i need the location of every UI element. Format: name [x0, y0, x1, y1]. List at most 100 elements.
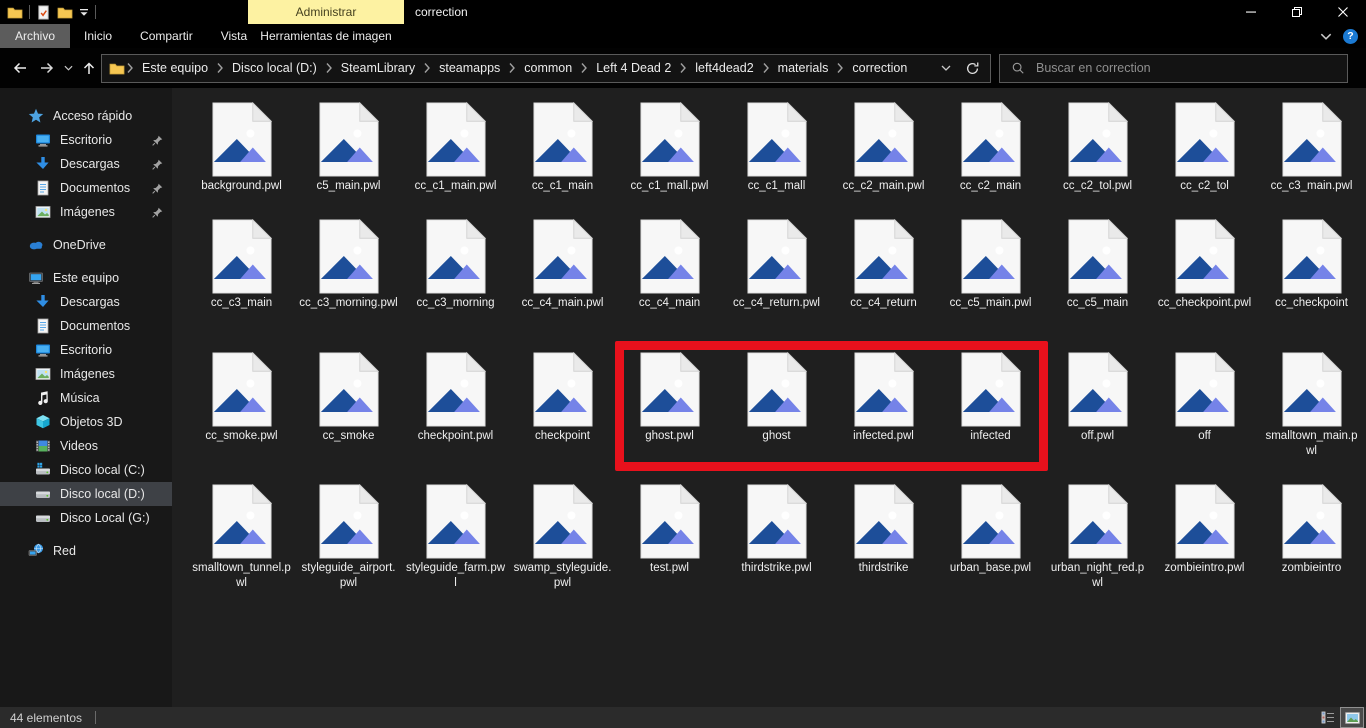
breadcrumb-segment-steamapps[interactable]: steamapps	[432, 61, 507, 75]
breadcrumb-segment-left4dead2[interactable]: left4dead2	[688, 61, 760, 75]
file-item-cc-c3-morning[interactable]: cc_c3_morning	[402, 219, 509, 352]
file-item-infected-pwl[interactable]: infected.pwl	[830, 352, 937, 484]
file-item-ghost-pwl[interactable]: ghost.pwl	[616, 352, 723, 484]
breadcrumb-segment-steamlibrary[interactable]: SteamLibrary	[334, 61, 422, 75]
file-item-cc-checkpoint-pwl[interactable]: cc_checkpoint.pwl	[1151, 219, 1258, 352]
new-folder-icon[interactable]	[57, 6, 73, 19]
file-item-cc-c4-main-pwl[interactable]: cc_c4_main.pwl	[509, 219, 616, 352]
file-item-cc-c2-main[interactable]: cc_c2_main	[937, 102, 1044, 219]
minimize-button[interactable]	[1228, 0, 1274, 24]
file-item-c5-main-pwl[interactable]: c5_main.pwl	[295, 102, 402, 219]
qat-dropdown-icon[interactable]	[79, 8, 89, 17]
tab-compartir[interactable]: Compartir	[126, 24, 207, 48]
file-item-urban-base-pwl[interactable]: urban_base.pwl	[937, 484, 1044, 644]
sidebar-item-objetos-3d[interactable]: Objetos 3D	[0, 410, 172, 434]
help-button[interactable]: ?	[1343, 28, 1358, 44]
file-item-styleguide-airport-pwl[interactable]: styleguide_airport.pwl	[295, 484, 402, 644]
details-view-button[interactable]	[1316, 707, 1340, 728]
forward-button[interactable]	[35, 55, 60, 81]
sidebar-item-videos[interactable]: Videos	[0, 434, 172, 458]
file-item-urban-night-red-pwl[interactable]: urban_night_red.pwl	[1044, 484, 1151, 644]
file-item-cc-c5-main[interactable]: cc_c5_main	[1044, 219, 1151, 352]
thumbnails-view-button[interactable]	[1340, 707, 1364, 728]
tab-inicio[interactable]: Inicio	[70, 24, 126, 48]
document-icon	[35, 180, 51, 196]
file-item-cc-c2-main-pwl[interactable]: cc_c2_main.pwl	[830, 102, 937, 219]
sidebar-item-escritorio[interactable]: Escritorio	[0, 128, 172, 152]
file-item-cc-c3-morning-pwl[interactable]: cc_c3_morning.pwl	[295, 219, 402, 352]
file-item-off-pwl[interactable]: off.pwl	[1044, 352, 1151, 484]
breadcrumb-segment-disco-local-d[interactable]: Disco local (D:)	[225, 61, 324, 75]
sidebar-item-onedrive[interactable]: OneDrive	[0, 233, 172, 257]
sidebar-item-acceso-rapido[interactable]: Acceso rápido	[0, 104, 172, 128]
sidebar-item-escritorio[interactable]: Escritorio	[0, 338, 172, 362]
sidebar-item-documentos[interactable]: Documentos	[0, 176, 172, 200]
sidebar-item-descargas[interactable]: Descargas	[0, 290, 172, 314]
up-button[interactable]	[78, 55, 101, 81]
file-item-cc-smoke[interactable]: cc_smoke	[295, 352, 402, 484]
breadcrumb-segment-materials[interactable]: materials	[771, 61, 836, 75]
refresh-icon[interactable]	[965, 61, 980, 76]
collapse-ribbon-chevron-icon[interactable]	[1320, 33, 1332, 40]
file-item-cc-c4-return[interactable]: cc_c4_return	[830, 219, 937, 352]
breadcrumb-chevron-icon	[762, 62, 770, 74]
breadcrumb-segment-left-4-dead-2[interactable]: Left 4 Dead 2	[589, 61, 678, 75]
image-file-icon	[319, 352, 379, 427]
sidebar-item-disco-local-g[interactable]: Disco Local (G:)	[0, 506, 172, 530]
search-box[interactable]: Buscar en correction	[999, 53, 1348, 83]
restore-button[interactable]	[1274, 0, 1320, 24]
breadcrumb-segment-common[interactable]: common	[517, 61, 579, 75]
file-item-smalltown-main-pwl[interactable]: smalltown_main.pwl	[1258, 352, 1365, 484]
properties-check-icon[interactable]	[36, 5, 51, 20]
sidebar-item-disco-local-c[interactable]: Disco local (C:)	[0, 458, 172, 482]
sidebar-item-disco-local-d[interactable]: Disco local (D:)	[0, 482, 172, 506]
file-item-cc-c1-main[interactable]: cc_c1_main	[509, 102, 616, 219]
file-item-off[interactable]: off	[1151, 352, 1258, 484]
recent-locations-button[interactable]	[62, 55, 76, 81]
sidebar-item-imagenes[interactable]: Imágenes	[0, 362, 172, 386]
file-item-zombieintro-pwl[interactable]: zombieintro.pwl	[1151, 484, 1258, 644]
close-button[interactable]	[1320, 0, 1366, 24]
file-item-thirdstrike-pwl[interactable]: thirdstrike.pwl	[723, 484, 830, 644]
file-item-cc-c5-main-pwl[interactable]: cc_c5_main.pwl	[937, 219, 1044, 352]
file-name: cc_checkpoint.pwl	[1157, 297, 1252, 309]
file-item-test-pwl[interactable]: test.pwl	[616, 484, 723, 644]
sidebar-item-este-equipo[interactable]: Este equipo	[0, 266, 172, 290]
tab-archivo[interactable]: Archivo	[0, 24, 71, 48]
back-button[interactable]	[8, 55, 33, 81]
file-item-checkpoint[interactable]: checkpoint	[509, 352, 616, 484]
file-item-cc-c3-main[interactable]: cc_c3_main	[188, 219, 295, 352]
file-item-cc-c3-main-pwl[interactable]: cc_c3_main.pwl	[1258, 102, 1365, 219]
file-item-styleguide-farm-pwl[interactable]: styleguide_farm.pwl	[402, 484, 509, 644]
file-item-cc-c2-tol[interactable]: cc_c2_tol	[1151, 102, 1258, 219]
file-item-cc-checkpoint[interactable]: cc_checkpoint	[1258, 219, 1365, 352]
sidebar-item-descargas[interactable]: Descargas	[0, 152, 172, 176]
image-file-icon	[212, 102, 272, 177]
sidebar-item-documentos[interactable]: Documentos	[0, 314, 172, 338]
file-item-cc-c1-mall[interactable]: cc_c1_mall	[723, 102, 830, 219]
file-item-zombieintro[interactable]: zombieintro	[1258, 484, 1365, 644]
address-dropdown-icon[interactable]	[941, 65, 951, 71]
file-item-thirdstrike[interactable]: thirdstrike	[830, 484, 937, 644]
breadcrumb-segment-correction[interactable]: correction	[845, 61, 914, 75]
breadcrumb-segment-este-equipo[interactable]: Este equipo	[135, 61, 215, 75]
file-item-cc-c4-return-pwl[interactable]: cc_c4_return.pwl	[723, 219, 830, 352]
file-item-cc-c4-main[interactable]: cc_c4_main	[616, 219, 723, 352]
file-item-background-pwl[interactable]: background.pwl	[188, 102, 295, 219]
file-item-checkpoint-pwl[interactable]: checkpoint.pwl	[402, 352, 509, 484]
sidebar-item-musica[interactable]: Música	[0, 386, 172, 410]
search-input[interactable]: Buscar en correction	[1036, 61, 1151, 75]
address-bar[interactable]: Este equipo Disco local (D:) SteamLibrary s…	[101, 53, 991, 83]
file-item-infected[interactable]: infected	[937, 352, 1044, 484]
file-item-cc-c1-main-pwl[interactable]: cc_c1_main.pwl	[402, 102, 509, 219]
file-item-smalltown-tunnel-pwl[interactable]: smalltown_tunnel.pwl	[188, 484, 295, 644]
tab-herramientas-de-imagen[interactable]: Herramientas de imagen	[248, 24, 404, 48]
sidebar-item-imagenes[interactable]: Imágenes	[0, 200, 172, 224]
file-item-ghost[interactable]: ghost	[723, 352, 830, 484]
file-item-cc-c2-tol-pwl[interactable]: cc_c2_tol.pwl	[1044, 102, 1151, 219]
sidebar-item-red[interactable]: Red	[0, 539, 172, 563]
context-tab-administrar[interactable]: Administrar	[248, 0, 404, 24]
file-item-swamp-styleguide-pwl[interactable]: swamp_styleguide.pwl	[509, 484, 616, 644]
file-item-cc-smoke-pwl[interactable]: cc_smoke.pwl	[188, 352, 295, 484]
file-item-cc-c1-mall-pwl[interactable]: cc_c1_mall.pwl	[616, 102, 723, 219]
